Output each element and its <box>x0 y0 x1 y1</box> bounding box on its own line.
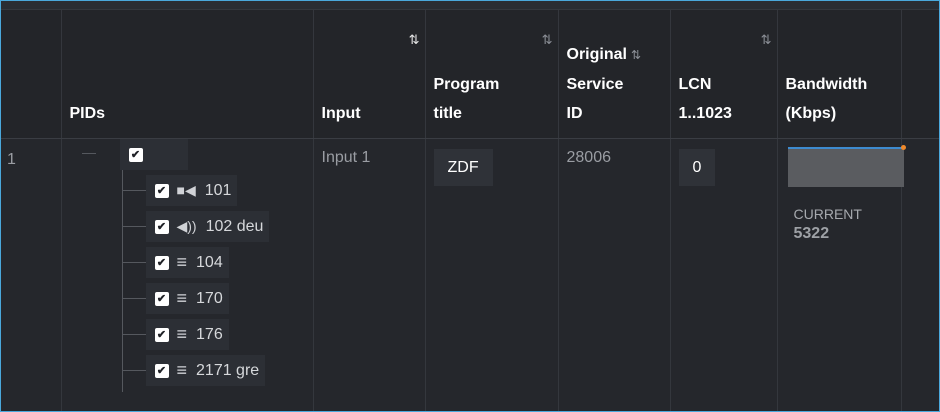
checkbox-checked[interactable]: ✔ <box>154 291 169 306</box>
pid-node[interactable]: ✔ ≡ 104 <box>145 247 229 278</box>
tree-root-connector <box>81 153 96 154</box>
pid-label: 170 <box>196 289 223 307</box>
original-service-id-cell: 28006 <box>558 138 671 411</box>
header-bandwidth-label-line1: Bandwidth <box>785 76 868 93</box>
bandwidth-caption: CURRENT <box>793 206 862 222</box>
tree-branch-line <box>121 226 146 227</box>
table-row[interactable]: 1 ✔ ✔ ■◀ 101 ✔ ◀)) 102 deu ✔ ≡ 104 ✔ ≡ 170 ✔ ≡ 176 ✔ ≡ 21… <box>1 138 939 411</box>
pid-label: 2171 gre <box>196 361 260 379</box>
input-value: Input 1 <box>321 149 371 166</box>
tree-branch-line <box>121 370 146 371</box>
sort-icon[interactable]: ⇅ <box>761 32 772 48</box>
header-pids-label: PIDs <box>69 105 106 122</box>
pid-node[interactable]: ✔ ◀)) 102 deu <box>145 211 270 242</box>
sort-icon[interactable]: ⇅ <box>409 32 420 48</box>
pid-tree: ✔ ✔ ■◀ 101 ✔ ◀)) 102 deu ✔ ≡ 104 ✔ ≡ 170 ✔ ≡ 176 ✔ ≡ 2171… <box>62 139 313 411</box>
checkbox-checked[interactable]: ✔ <box>154 363 169 378</box>
program-table-panel: PIDs ⇅ Input ⇅ Program title Original ⇅ <box>0 0 940 412</box>
program-title-cell: ZDF <box>425 138 559 411</box>
header-input-label: Input <box>321 105 361 122</box>
header-osid-label-line2: Service <box>566 76 624 93</box>
tree-vertical-line <box>121 167 123 392</box>
header-osid-label-line1: Original <box>566 46 627 63</box>
header-original-service-id[interactable]: Original ⇅ Service ID <box>558 10 671 139</box>
pid-label: 102 deu <box>205 217 264 235</box>
header-program-title[interactable]: ⇅ Program title <box>425 10 559 139</box>
pid-node[interactable]: ✔ ■◀ 101 <box>145 175 238 206</box>
bandwidth-marker <box>900 145 906 150</box>
header-osid-label-line3: ID <box>566 105 583 122</box>
tree-branch-line <box>121 298 146 299</box>
checkbox-checked[interactable]: ✔ <box>154 219 169 234</box>
bandwidth-value: 5322 <box>793 225 830 242</box>
sort-icon[interactable]: ⇅ <box>542 32 553 48</box>
program-table: PIDs ⇅ Input ⇅ Program title Original ⇅ <box>1 10 939 411</box>
data-lines-icon: ≡ <box>176 252 188 272</box>
input-cell: Input 1 <box>313 138 426 411</box>
header-bandwidth[interactable]: Bandwidth (Kbps) <box>777 10 902 139</box>
checkbox-checked[interactable]: ✔ <box>128 147 143 162</box>
table-top-strip <box>1 1 939 10</box>
table-header-row: PIDs ⇅ Input ⇅ Program title Original ⇅ <box>1 10 939 139</box>
bandwidth-cell: CURRENT 5322 <box>777 138 906 411</box>
extra-cell <box>901 138 939 411</box>
tree-branch-line <box>121 262 146 263</box>
data-lines-icon: ≡ <box>176 324 188 344</box>
tree-branch-line <box>121 334 146 335</box>
speaker-icon: ◀)) <box>176 218 197 234</box>
header-input[interactable]: ⇅ Input <box>313 10 426 139</box>
row-index: 1 <box>1 138 62 411</box>
pids-cell: ✔ ✔ ■◀ 101 ✔ ◀)) 102 deu ✔ ≡ 104 ✔ ≡ 170 ✔ ≡ 176 ✔ ≡ 2171… <box>61 138 314 411</box>
data-lines-icon: ≡ <box>176 360 188 380</box>
header-lcn[interactable]: ⇅ LCN 1..1023 <box>670 10 778 139</box>
checkbox-checked[interactable]: ✔ <box>154 183 169 198</box>
header-program-title-label-line1: Program <box>433 76 500 93</box>
program-title-input[interactable]: ZDF <box>433 149 493 186</box>
original-service-id-value: 28006 <box>566 149 612 166</box>
header-program-title-label-line2: title <box>433 105 462 122</box>
header-bandwidth-label-line2: (Kbps) <box>785 105 837 122</box>
video-camera-icon: ■◀ <box>176 182 196 198</box>
checkbox-checked[interactable]: ✔ <box>154 255 169 270</box>
pid-label: 176 <box>196 325 223 343</box>
checkbox-checked[interactable]: ✔ <box>154 327 169 342</box>
tree-branch-line <box>121 190 146 191</box>
header-index <box>1 10 62 139</box>
pid-node[interactable]: ✔ ≡ 170 <box>145 283 229 314</box>
pid-node[interactable]: ✔ ≡ 2171 gre <box>145 355 266 386</box>
lcn-input[interactable]: 0 <box>678 149 716 186</box>
header-extra <box>901 10 939 139</box>
header-lcn-label-line2: 1..1023 <box>678 105 732 122</box>
sort-icon[interactable]: ⇅ <box>631 48 641 62</box>
data-lines-icon: ≡ <box>176 288 188 308</box>
pid-label: 101 <box>204 181 232 199</box>
pid-label: 104 <box>196 253 223 271</box>
bandwidth-graph <box>787 145 906 187</box>
header-pids[interactable]: PIDs <box>61 10 314 139</box>
lcn-cell: 0 <box>670 138 778 411</box>
header-lcn-label-line1: LCN <box>678 76 712 93</box>
pid-tree-root[interactable]: ✔ <box>119 139 188 170</box>
pid-node[interactable]: ✔ ≡ 176 <box>145 319 229 350</box>
